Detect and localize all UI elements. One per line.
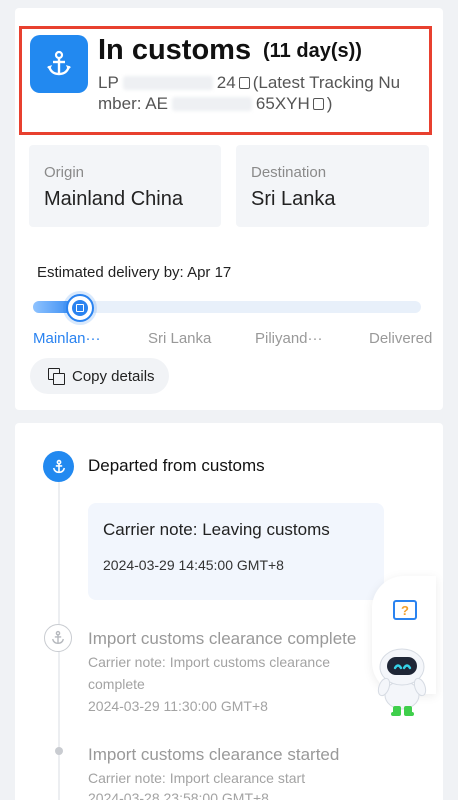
event-title: Import customs clearance complete xyxy=(88,629,357,648)
timeline-dot xyxy=(55,747,63,755)
redacted-latest-tracking-number xyxy=(171,97,252,111)
tracking-number-line-1: LP 24 (Latest Tracking Nu xyxy=(98,73,401,92)
event-title: Departed from customs xyxy=(88,456,265,475)
stage-local-hub: Piliyand··· xyxy=(255,330,323,347)
progress-knob-icon xyxy=(66,294,94,322)
tracking-number-line-2: mber: AE 65XYH) xyxy=(98,94,333,113)
origin-label: Origin xyxy=(44,164,85,181)
event-time: 2024-03-29 11:30:00 GMT+8 xyxy=(88,698,268,714)
help-book-icon[interactable]: ? xyxy=(393,600,417,620)
estimated-delivery: Estimated delivery by: Apr 17 xyxy=(37,264,232,281)
event-note: Carrier note: Import clearance start xyxy=(88,770,306,786)
status-title: In customs xyxy=(98,34,252,66)
stage-destination-country: Sri Lanka xyxy=(148,330,212,347)
past-event-anchor-icon xyxy=(44,624,72,652)
anchor-icon xyxy=(30,35,88,93)
status-duration: (11 day(s)) xyxy=(263,40,362,62)
copy-icon xyxy=(48,368,65,385)
copy-tracking-icon[interactable] xyxy=(238,77,250,89)
redacted-tracking-number xyxy=(122,76,213,90)
event-title: Import customs clearance started xyxy=(88,745,340,764)
assistant-robot-icon[interactable] xyxy=(364,643,440,719)
stage-delivered: Delivered xyxy=(369,330,433,347)
destination-value: Sri Lanka xyxy=(251,188,336,210)
destination-box: Destination Sri Lanka xyxy=(236,145,429,227)
origin-value: Mainland China xyxy=(44,188,183,210)
event-note-box: Carrier note: Leaving customs 2024-03-29… xyxy=(88,503,384,600)
event-note: Carrier note: Import customs clearance c… xyxy=(88,654,330,692)
current-event-anchor-icon xyxy=(43,451,74,482)
stage-origin: Mainlan··· xyxy=(33,330,101,347)
copy-latest-tracking-icon[interactable] xyxy=(312,98,324,110)
origin-box: Origin Mainland China xyxy=(29,145,221,227)
destination-label: Destination xyxy=(251,164,327,181)
event-time: 2024-03-29 14:45:00 GMT+8 xyxy=(103,557,284,573)
copy-details-button[interactable]: Copy details xyxy=(30,358,169,394)
event-note: Carrier note: Leaving customs xyxy=(103,520,330,539)
event-time: 2024-03-28 23:58:00 GMT+8 xyxy=(88,790,269,800)
